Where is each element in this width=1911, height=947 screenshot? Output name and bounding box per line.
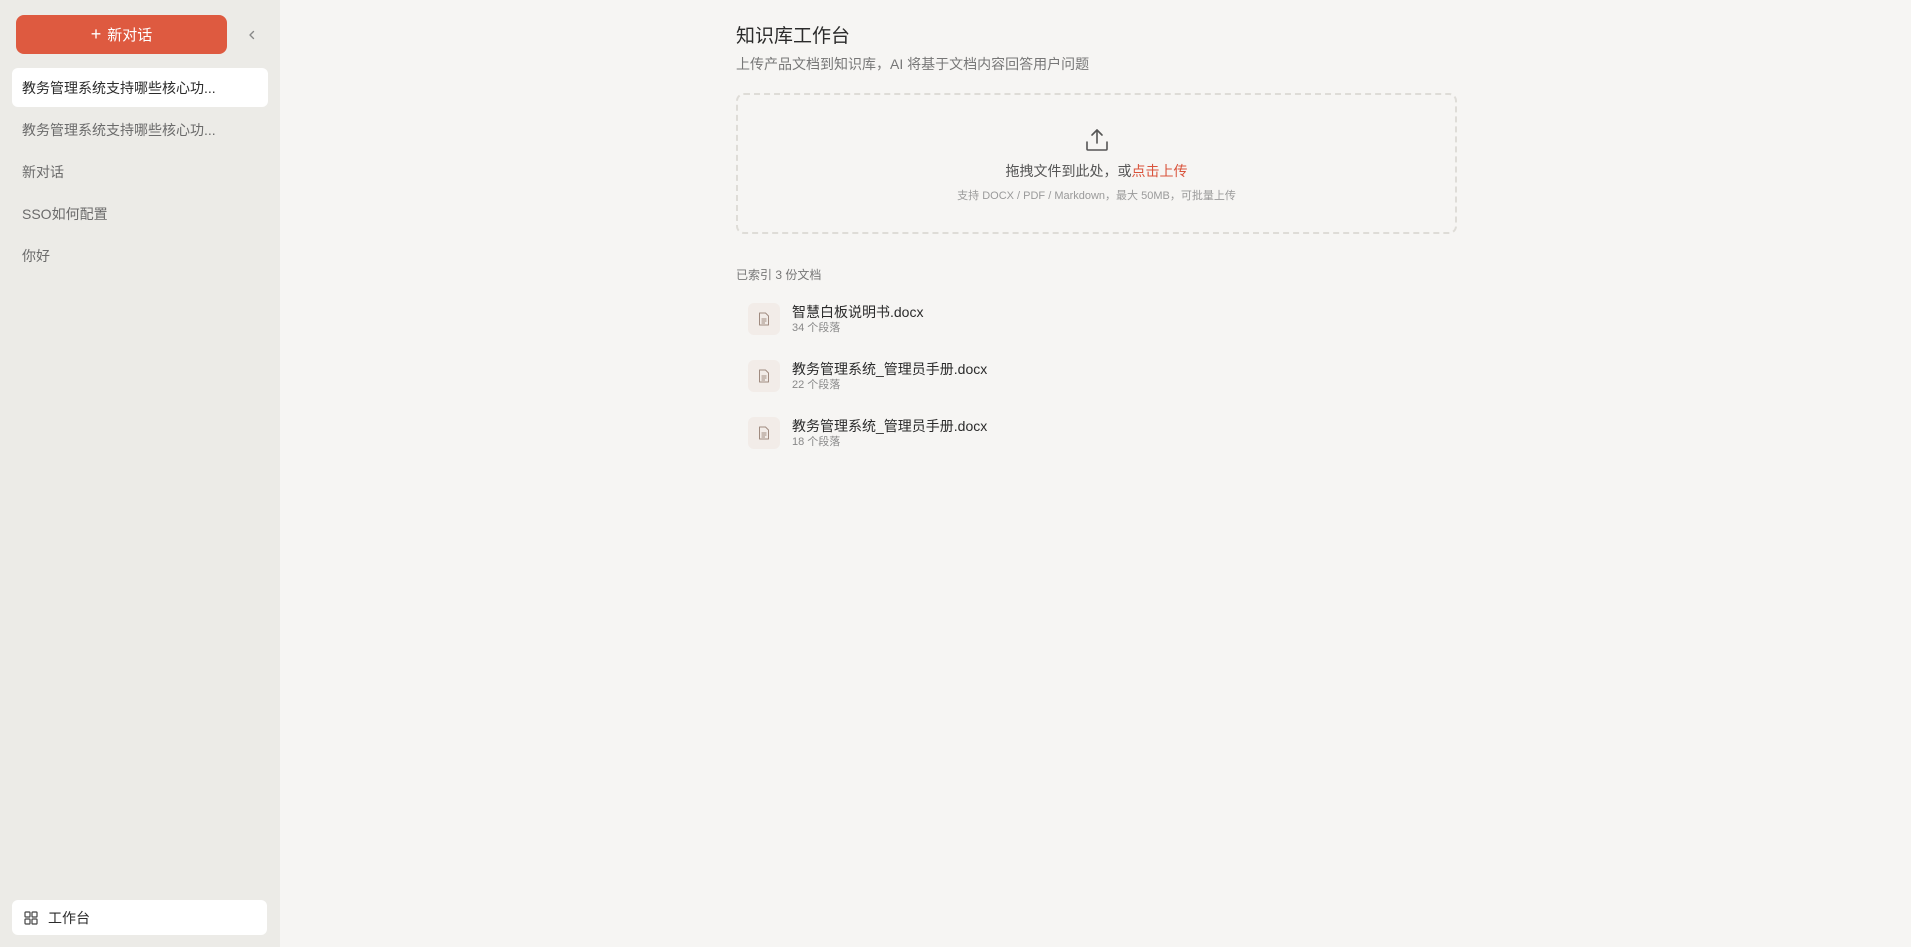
document-row[interactable]: 教务管理系统_管理员手册.docx 18 个段落: [736, 411, 1457, 455]
new-chat-button[interactable]: + 新对话: [16, 15, 227, 54]
new-chat-label: 新对话: [107, 27, 153, 44]
document-name: 教务管理系统_管理员手册.docx: [792, 418, 988, 434]
page-title: 知识库工作台: [736, 26, 851, 47]
document-meta: 34 个段落: [792, 322, 841, 334]
upload-hint: 支持 DOCX / PDF / Markdown，最大 50MB，可批量上传: [957, 190, 1236, 202]
document-count: 已索引 3 份文档: [736, 268, 822, 282]
sidebar-top: + 新对话: [0, 0, 280, 54]
workspace-label: 工作台: [48, 909, 90, 926]
document-icon: [748, 303, 780, 335]
document-info: 教务管理系统_管理员手册.docx 22 个段落: [792, 360, 987, 392]
document-name: 智慧白板说明书.docx: [792, 304, 924, 320]
plus-icon: +: [90, 24, 102, 44]
knowledge-base-panel: 知识库工作台 上传产品文档到知识库，AI 将基于文档内容回答用户问题 拖拽文件到…: [736, 24, 1457, 468]
chevron-left-icon: [247, 30, 257, 40]
document-icon: [748, 360, 780, 392]
document-icon: [748, 417, 780, 449]
history-item[interactable]: 教务管理系统支持哪些核心功...: [12, 68, 268, 107]
upload-instructions: 拖拽文件到此处，或点击上传: [1006, 161, 1188, 181]
history-item[interactable]: SSO如何配置: [12, 194, 268, 233]
document-row[interactable]: 教务管理系统_管理员手册.docx 22 个段落: [736, 354, 1457, 398]
main-area: 知识库工作台 上传产品文档到知识库，AI 将基于文档内容回答用户问题 拖拽文件到…: [280, 0, 1911, 947]
document-row[interactable]: 智慧白板说明书.docx 34 个段落: [736, 297, 1457, 341]
upload-dropzone[interactable]: 拖拽文件到此处，或点击上传 支持 DOCX / PDF / Markdown，最…: [736, 93, 1457, 234]
workspace-nav-item[interactable]: 工作台: [12, 900, 267, 935]
document-info: 智慧白板说明书.docx 34 个段落: [792, 303, 923, 335]
upload-text: 拖拽文件到此处，或: [1005, 163, 1132, 179]
document-info: 教务管理系统_管理员手册.docx 18 个段落: [792, 417, 987, 449]
upload-icon: [1084, 127, 1110, 153]
upload-link[interactable]: 点击上传: [1132, 163, 1188, 179]
history-item[interactable]: 教务管理系统支持哪些核心功...: [12, 110, 268, 149]
grid-icon: [24, 910, 38, 925]
document-meta: 18 个段落: [792, 436, 841, 448]
page-subtitle: 上传产品文档到知识库，AI 将基于文档内容回答用户问题: [736, 56, 1090, 72]
document-meta: 22 个段落: [792, 379, 841, 391]
chat-history-list: 教务管理系统支持哪些核心功... 教务管理系统支持哪些核心功... 新对话 SS…: [0, 68, 280, 275]
document-name: 教务管理系统_管理员手册.docx: [792, 361, 988, 377]
history-item[interactable]: 新对话: [12, 152, 268, 191]
sidebar: + 新对话 教务管理系统支持哪些核心功... 教务管理系统支持哪些核心功... …: [0, 0, 280, 947]
document-list: 智慧白板说明书.docx 34 个段落 教务管理系统_管理员手册.docx 22…: [736, 297, 1457, 455]
app: + 新对话 教务管理系统支持哪些核心功... 教务管理系统支持哪些核心功... …: [0, 0, 1911, 947]
collapse-sidebar-button[interactable]: [238, 21, 266, 49]
history-item[interactable]: 你好: [12, 236, 268, 275]
